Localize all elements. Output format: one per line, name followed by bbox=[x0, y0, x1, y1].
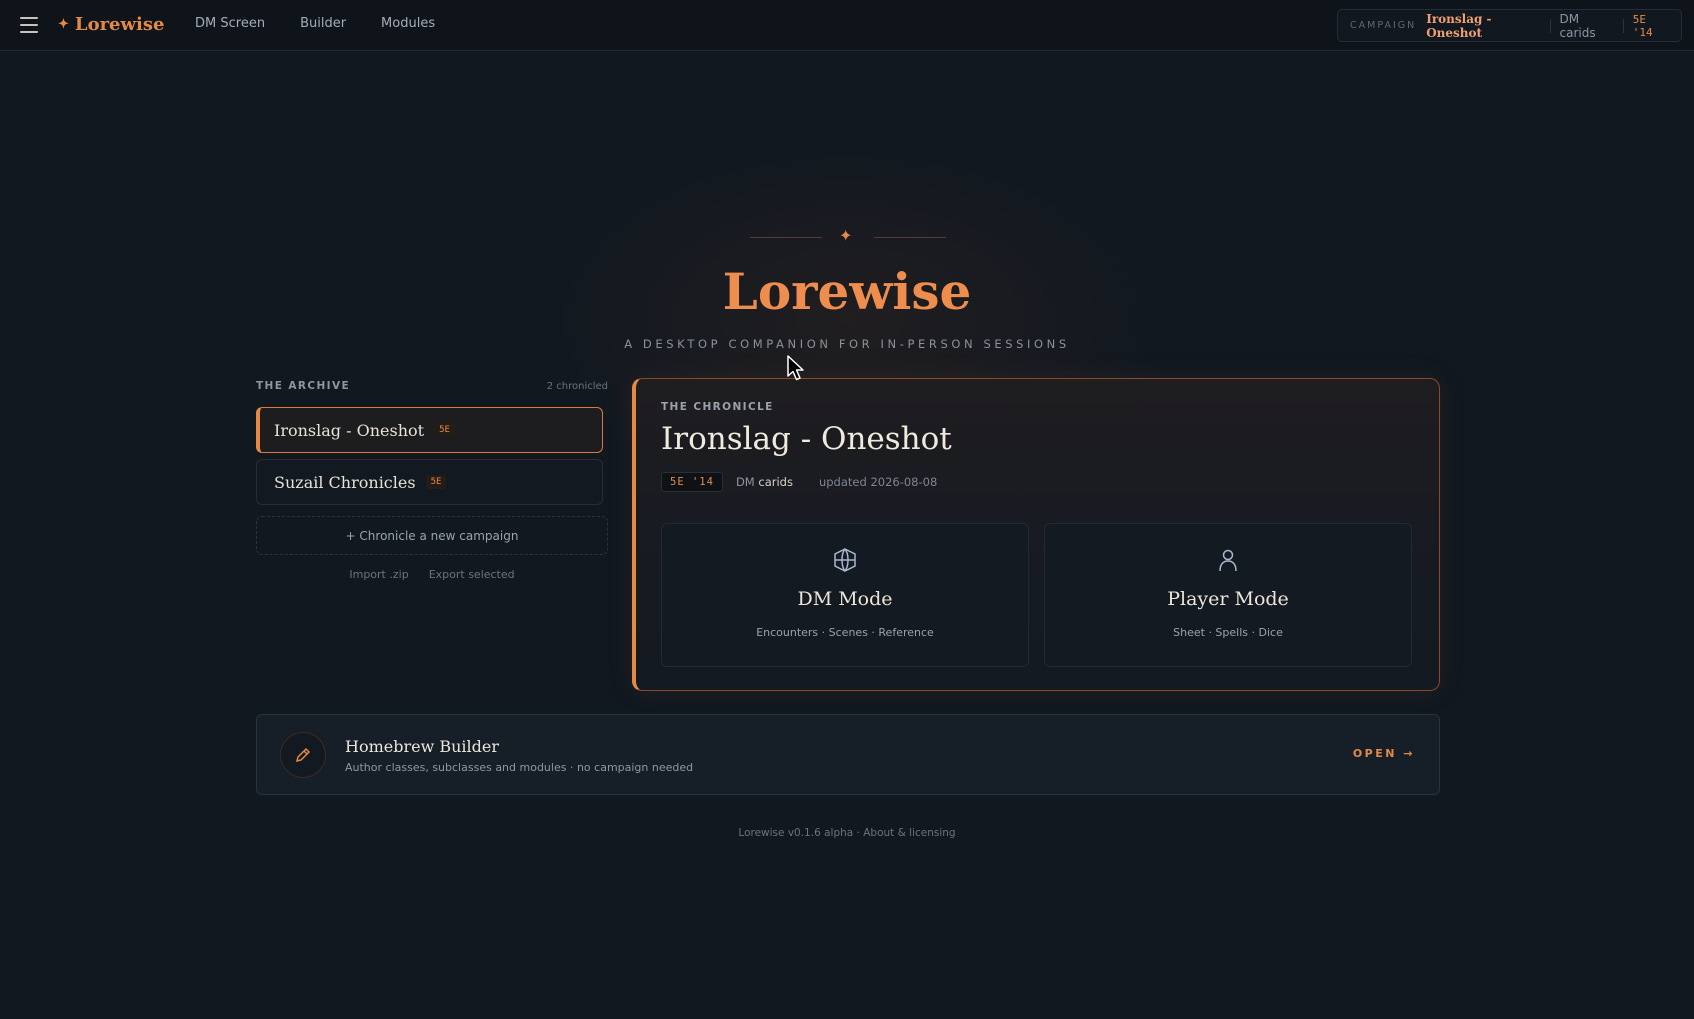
footer-separator: · bbox=[853, 827, 864, 839]
divider bbox=[1549, 18, 1551, 33]
main-nav: DM Screen Builder Modules bbox=[195, 16, 435, 31]
person-icon bbox=[1045, 546, 1411, 574]
mode-name: DM Mode bbox=[797, 588, 893, 610]
hero-ornament: ✦ bbox=[750, 226, 946, 248]
pencil-icon bbox=[280, 732, 326, 778]
homebrew-title: Homebrew Builder bbox=[345, 737, 500, 756]
dm-name: carids bbox=[758, 475, 793, 489]
homebrew-builder-card[interactable]: Homebrew Builder Author classes, subclas… bbox=[256, 714, 1440, 795]
chronicle-eyebrow: THE CHRONICLE bbox=[661, 401, 774, 413]
archive-title: THE ARCHIVE bbox=[256, 380, 351, 392]
campaign-label: CAMPAIGN bbox=[1350, 20, 1417, 31]
chronicle-updated: updated 2026-08-08 bbox=[818, 475, 938, 489]
mouse-cursor-icon bbox=[786, 354, 808, 386]
campaign-edition: 5E '14 bbox=[1632, 12, 1653, 39]
menu-icon[interactable] bbox=[20, 17, 38, 33]
campaign-item-suzail[interactable]: Suzail Chronicles 5E bbox=[256, 459, 603, 505]
campaign-item-name: Suzail Chronicles bbox=[274, 472, 416, 492]
campaign-dm: DM carids bbox=[1559, 11, 1596, 40]
edition-badge: 5E '14 bbox=[661, 472, 723, 492]
mode-sub: Sheet · Spells · Dice bbox=[1173, 626, 1283, 639]
version-text: Lorewise v0.1.6 alpha bbox=[738, 827, 854, 839]
nav-modules[interactable]: Modules bbox=[381, 16, 435, 31]
chronicle-panel: THE CHRONICLE Ironslag - Oneshot 5E '14 … bbox=[632, 378, 1440, 691]
chronicle-dm: DM carids bbox=[736, 475, 793, 489]
divider bbox=[1622, 18, 1624, 33]
new-campaign-button[interactable]: + Chronicle a new campaign bbox=[256, 516, 608, 555]
mode-sub: Encounters · Scenes · Reference bbox=[756, 626, 934, 639]
open-button[interactable]: OPEN → bbox=[1353, 747, 1415, 760]
archive-header: THE ARCHIVE 2 chronicled bbox=[256, 380, 608, 392]
archive-count: 2 chronicled bbox=[546, 381, 608, 392]
about-licensing-link[interactable]: About & licensing bbox=[863, 827, 955, 839]
archive-actions: Import .zip Export selected bbox=[256, 568, 608, 581]
hero-title: Lorewise bbox=[722, 262, 972, 321]
globe-icon bbox=[662, 546, 1028, 574]
chronicle-title: Ironslag - Oneshot bbox=[661, 421, 952, 457]
dm-prefix: DM bbox=[735, 475, 755, 489]
campaign-name: Ironslag - Oneshot bbox=[1426, 11, 1492, 40]
dm-mode-button[interactable]: DM Mode Encounters · Scenes · Reference bbox=[661, 523, 1029, 667]
star-icon: ✦ bbox=[58, 17, 69, 32]
star-icon: ✦ bbox=[839, 226, 853, 245]
campaign-item-name: Ironslag - Oneshot bbox=[274, 420, 425, 440]
import-zip-link[interactable]: Import .zip bbox=[349, 568, 408, 581]
divider bbox=[750, 237, 822, 238]
hero-subtitle: A DESKTOP COMPANION FOR IN-PERSON SESSIO… bbox=[624, 337, 1070, 351]
edition-badge: 5E bbox=[425, 475, 447, 489]
edition-badge: 5E bbox=[434, 423, 455, 437]
nav-dm-screen[interactable]: DM Screen bbox=[195, 16, 265, 31]
mode-name: Player Mode bbox=[1167, 588, 1289, 610]
export-selected-link[interactable]: Export selected bbox=[429, 568, 515, 581]
nav-builder[interactable]: Builder bbox=[300, 16, 346, 31]
player-mode-button[interactable]: Player Mode Sheet · Spells · Dice bbox=[1044, 523, 1412, 667]
homebrew-sub: Author classes, subclasses and modules ·… bbox=[345, 761, 694, 774]
top-bar: ✦ Lorewise DM Screen Builder Modules CAM… bbox=[0, 0, 1694, 51]
footer: Lorewise v0.1.6 alpha · About & licensin… bbox=[0, 827, 1694, 839]
brand-logo[interactable]: ✦ Lorewise bbox=[58, 14, 164, 35]
campaign-item-ironslag[interactable]: Ironslag - Oneshot 5E bbox=[256, 407, 603, 453]
brand-name: Lorewise bbox=[74, 14, 165, 35]
chronicle-meta: 5E '14 DM carids updated 2026-08-08 bbox=[661, 472, 937, 492]
divider bbox=[874, 237, 946, 238]
current-campaign-pill[interactable]: CAMPAIGN Ironslag - Oneshot DM carids 5E… bbox=[1337, 9, 1682, 42]
